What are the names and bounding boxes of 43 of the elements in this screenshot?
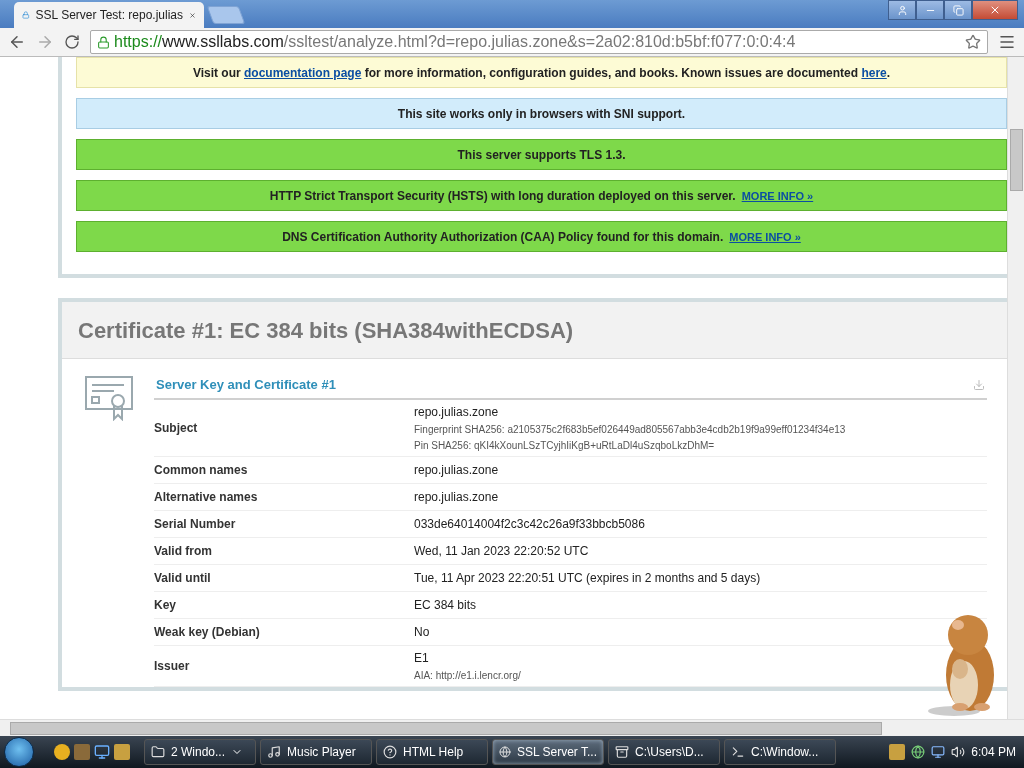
taskbar-button[interactable]: C:\Users\D... [608, 739, 720, 765]
row-value: 033de64014004f2c3c42c26a9f33bbcb5086 [414, 517, 645, 531]
notice-link[interactable]: documentation page [244, 65, 362, 80]
row-detail: AIA: http://e1.i.lencr.org/ [414, 670, 521, 681]
taskbar-button[interactable]: HTML Help [376, 739, 488, 765]
notice-text: This server supports TLS 1.3. [457, 147, 626, 162]
row-label: Issuer [154, 659, 191, 673]
row-label: Common names [154, 463, 249, 477]
url-text: https://www.ssllabs.com/ssltest/analyze.html?d=repo.julias.zone&s=2a02:810d:b5bf:f077:0:0:4:4 [114, 33, 796, 51]
row-value: E1 [414, 651, 430, 665]
row-detail: Fingerprint SHA256: a2105375c2f683b5ef026449ad805567abb3e4cdb2b19f9a99eff01234f34e13 [414, 424, 846, 435]
row-label: Weak key (Debian) [154, 625, 261, 639]
taskbar-button[interactable]: Music Player [260, 739, 372, 765]
section-title: Server Key and Certificate #1 [156, 377, 336, 392]
more-info-link[interactable]: MORE INFO » [741, 189, 814, 202]
more-info-link[interactable]: MORE INFO » [729, 230, 801, 243]
row-label: Valid until [154, 571, 212, 585]
row-value: repo.julias.zone [414, 405, 500, 419]
clock: 6:04 PM [971, 745, 1016, 759]
row-label: Alternative names [154, 490, 259, 504]
notice-text: DNS Certification Authority Authorization (CAA) Policy found for this domain. [282, 229, 724, 244]
taskbar-button[interactable]: 2 Windo... [144, 739, 256, 765]
row-value: Tue, 11 Apr 2023 22:20:51 UTC (expires in 2 months and 5 days) [414, 571, 761, 585]
row-value: No [414, 625, 430, 639]
tab-title: SSL Server Test: repo.julias [35, 8, 183, 22]
row-label: Valid from [154, 544, 213, 558]
address-bar[interactable]: https://www.ssllabs.com/ssltest/analyze.html?d=repo.julias.zone&s=2a02:810d:b5bf:f077:0:0:4:4 [90, 30, 988, 54]
row-label: Subject [154, 421, 199, 435]
row-label: Serial Number [154, 517, 237, 531]
taskbar-button[interactable]: C:\Window... [724, 739, 836, 765]
certificate-title: Certificate #1: EC 384 bits (SHA384withECDSA) [62, 302, 1007, 359]
browser-tab[interactable]: SSL Server Test: repo.julias [14, 2, 204, 28]
row-value: repo.julias.zone [414, 463, 499, 477]
row-detail: Pin SHA256: qKI4kXounLSzTCyjhIiKgB+uRtLaDl4uSzqboLkzDhM= [414, 440, 716, 451]
taskbar-button[interactable]: SSL Server T... [492, 739, 604, 765]
notice-text: This site works only in browsers with SNI support. [397, 106, 686, 121]
row-value: repo.julias.zone [414, 490, 499, 504]
notice-text: Visit our documentation page for more information, configuration guides, and books. Known issues are documented here. [192, 65, 891, 80]
notice-link[interactable]: here [861, 65, 887, 80]
notice-text: HTTP Strict Transport Security (HSTS) with long duration deployed on this server. [269, 188, 736, 203]
row-label: Key [154, 598, 177, 612]
row-value: EC 384 bits [414, 598, 477, 612]
row-value: Wed, 11 Jan 2023 22:20:52 UTC [414, 544, 589, 558]
